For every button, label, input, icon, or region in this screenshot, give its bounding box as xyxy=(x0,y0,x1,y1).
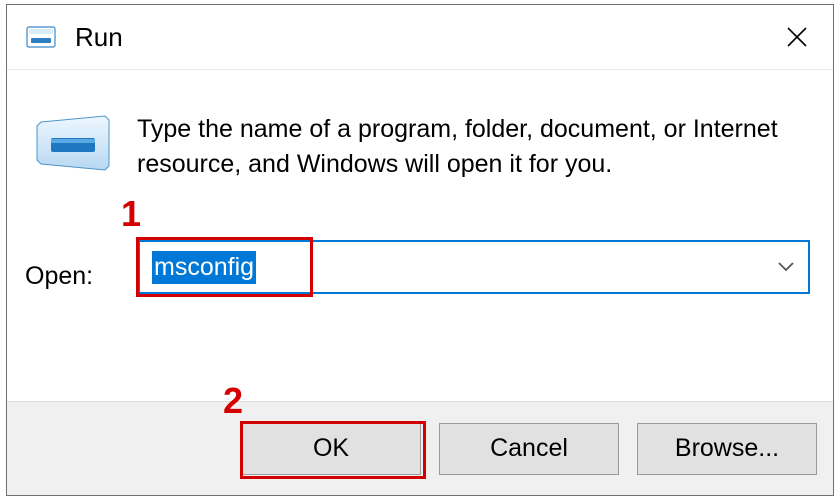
ok-button[interactable]: OK xyxy=(241,423,421,475)
button-bar: OK Cancel Browse... xyxy=(7,401,833,495)
description-text: Type the name of a program, folder, docu… xyxy=(137,112,797,182)
open-combobox[interactable]: msconfig xyxy=(138,240,810,294)
open-input-value: msconfig xyxy=(152,251,256,284)
ok-button-label: OK xyxy=(313,434,349,463)
run-dialog: Run Type the name of a progr xyxy=(6,4,834,496)
annotation-number-1: 1 xyxy=(121,193,141,235)
combobox-dropdown-button[interactable] xyxy=(764,242,808,292)
titlebar: Run xyxy=(7,5,833,70)
client-area: Type the name of a program, folder, docu… xyxy=(7,70,833,401)
chevron-down-icon xyxy=(777,261,795,273)
close-button[interactable] xyxy=(773,13,821,61)
cancel-button[interactable]: Cancel xyxy=(439,423,619,475)
browse-button-label: Browse... xyxy=(675,434,779,463)
run-icon xyxy=(25,21,57,53)
browse-button[interactable]: Browse... xyxy=(637,423,817,475)
window-title: Run xyxy=(75,22,773,53)
open-input[interactable]: msconfig xyxy=(140,242,764,292)
open-label: Open: xyxy=(25,262,93,291)
close-icon xyxy=(786,26,808,48)
cancel-button-label: Cancel xyxy=(490,434,568,463)
run-dialog-icon-large xyxy=(35,112,113,174)
